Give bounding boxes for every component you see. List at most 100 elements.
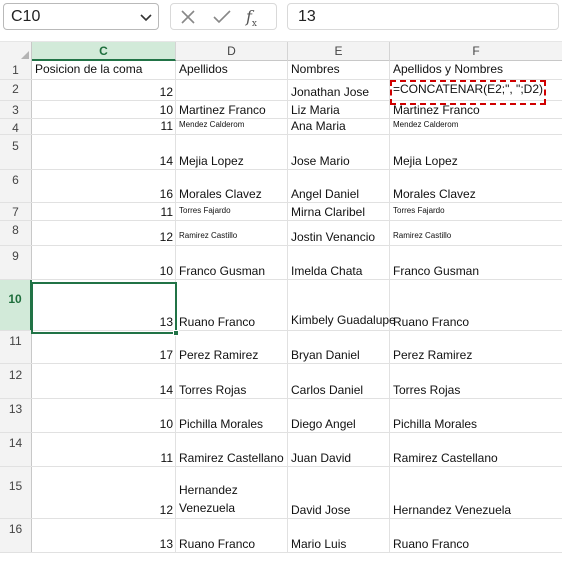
cell-e12[interactable]: Carlos Daniel [288, 364, 390, 398]
cell-f1[interactable]: Apellidos y Nombres [390, 61, 562, 79]
row-header-11[interactable]: 11 [0, 331, 32, 363]
cell-e9[interactable]: Imelda Chata [288, 246, 390, 279]
column-header-d[interactable]: D [176, 42, 288, 61]
cell-d16[interactable]: Ruano Franco [176, 519, 288, 552]
cell-e15[interactable]: David Jose [288, 467, 390, 518]
cell-value: Torres Fajardo [393, 206, 445, 215]
row-header-2[interactable]: 2 [0, 80, 32, 100]
row-header-10[interactable]: 10 [0, 280, 32, 330]
cell-c6[interactable]: 16 [32, 170, 176, 202]
cell-e4[interactable]: Ana Maria [288, 119, 390, 134]
chevron-down-icon[interactable] [140, 11, 152, 23]
row-header-9[interactable]: 9 [0, 246, 32, 279]
cell-f11[interactable]: Perez Ramirez [390, 331, 562, 363]
cell-d15[interactable]: Hernandez Venezuela [176, 467, 288, 518]
cell-e8[interactable]: Jostin Venancio [288, 221, 390, 245]
cell-e3[interactable]: Liz Maria [288, 101, 390, 118]
cell-e16[interactable]: Mario Luis [288, 519, 390, 552]
cell-c7[interactable]: 11 [32, 203, 176, 220]
cell-f10[interactable]: Ruano Franco [390, 280, 562, 330]
cell-f4[interactable]: Mendez Calderom [390, 119, 562, 134]
row-header-8[interactable]: 8 [0, 221, 32, 245]
row-header-5[interactable]: 5 [0, 135, 32, 169]
cell-f6[interactable]: Morales Clavez [390, 170, 562, 202]
cell-c15[interactable]: 12 [32, 467, 176, 518]
cell-c2[interactable]: 12 [32, 80, 176, 100]
cell-f9[interactable]: Franco Gusman [390, 246, 562, 279]
column-header-f[interactable]: F [390, 42, 562, 61]
cell-f7[interactable]: Torres Fajardo [390, 203, 562, 220]
row-header-13[interactable]: 13 [0, 399, 32, 432]
cell-c4[interactable]: 11 [32, 119, 176, 134]
cell-d2[interactable] [176, 80, 288, 100]
cell-value: 10 [159, 417, 173, 431]
cell-f5[interactable]: Mejia Lopez [390, 135, 562, 169]
cancel-icon[interactable] [180, 9, 196, 25]
cell-e5[interactable]: Jose Mario [288, 135, 390, 169]
row-header-4[interactable]: 4 [0, 119, 32, 135]
row-header-7[interactable]: 7 [0, 203, 32, 220]
cell-f8[interactable]: Ramirez Castillo [390, 221, 562, 245]
name-box[interactable]: C10 [3, 3, 159, 30]
cell-value: Pichilla Morales [179, 417, 264, 431]
cell-d10[interactable]: Ruano Franco [176, 280, 288, 330]
cell-value: Mejia Lopez [179, 154, 244, 168]
cell-c12[interactable]: 14 [32, 364, 176, 398]
cell-d11[interactable]: Perez Ramirez [176, 331, 288, 363]
cell-f12[interactable]: Torres Rojas [390, 364, 562, 398]
cell-value: Posicion de la coma [35, 62, 143, 76]
cell-d8[interactable]: Ramirez Castillo [176, 221, 288, 245]
cell-value: 14 [159, 383, 173, 397]
row-header-1[interactable]: 1 [0, 61, 32, 79]
cell-c13[interactable]: 10 [32, 399, 176, 432]
cell-d13[interactable]: Pichilla Morales [176, 399, 288, 432]
cell-c1[interactable]: Posicion de la coma [32, 61, 176, 79]
cell-f15[interactable]: Hernandez Venezuela [390, 467, 562, 518]
cell-f3[interactable]: Martinez Franco [390, 101, 562, 118]
cell-e2[interactable]: Jonathan Jose [288, 80, 390, 100]
cell-c10[interactable]: 13 [32, 280, 176, 330]
row-header-12[interactable]: 12 [0, 364, 32, 398]
cell-c8[interactable]: 12 [32, 221, 176, 245]
cell-d12[interactable]: Torres Rojas [176, 364, 288, 398]
cell-f14[interactable]: Ramirez Castellano [390, 433, 562, 466]
cell-e11[interactable]: Bryan Daniel [288, 331, 390, 363]
cell-value: Hernandez Venezuela [393, 503, 512, 517]
cell-e13[interactable]: Diego Angel [288, 399, 390, 432]
cell-value: Pichilla Morales [393, 417, 478, 431]
cell-f2[interactable]: =CONCATENAR(E2;", ";D2) [390, 80, 562, 100]
cell-f13[interactable]: Pichilla Morales [390, 399, 562, 432]
confirm-icon[interactable] [213, 9, 231, 25]
cell-d6[interactable]: Morales Clavez [176, 170, 288, 202]
cell-e14[interactable]: Juan David [288, 433, 390, 466]
cell-d14[interactable]: Ramirez Castellano [176, 433, 288, 466]
cell-d3[interactable]: Martinez Franco [176, 101, 288, 118]
cell-c5[interactable]: 14 [32, 135, 176, 169]
cell-e7[interactable]: Mirna Claribel [288, 203, 390, 220]
insert-function-icon[interactable]: fx [246, 7, 257, 29]
select-all-corner[interactable] [0, 42, 32, 61]
cell-c16[interactable]: 13 [32, 519, 176, 552]
cell-e10[interactable]: Kimbely Guadalupe [288, 280, 396, 330]
cell-d9[interactable]: Franco Gusman [176, 246, 288, 279]
cell-value: Carlos Daniel [291, 383, 364, 397]
cell-c14[interactable]: 11 [32, 433, 176, 466]
cell-e6[interactable]: Angel Daniel [288, 170, 390, 202]
cell-d1[interactable]: Apellidos [176, 61, 288, 79]
row-header-6[interactable]: 6 [0, 170, 32, 202]
cell-e1[interactable]: Nombres [288, 61, 390, 79]
cell-d7[interactable]: Torres Fajardo [176, 203, 288, 220]
cell-d5[interactable]: Mejia Lopez [176, 135, 288, 169]
row-header-15[interactable]: 15 [0, 467, 32, 518]
row-header-16[interactable]: 16 [0, 519, 32, 552]
row-header-3[interactable]: 3 [0, 101, 32, 118]
cell-c3[interactable]: 10 [32, 101, 176, 118]
cell-c11[interactable]: 17 [32, 331, 176, 363]
column-header-c[interactable]: C [32, 42, 176, 61]
row-header-14[interactable]: 14 [0, 433, 32, 466]
formula-input[interactable]: 13 [287, 3, 559, 30]
cell-f16[interactable]: Ruano Franco [390, 519, 562, 552]
column-header-e[interactable]: E [288, 42, 390, 61]
cell-c9[interactable]: 10 [32, 246, 176, 279]
cell-d4[interactable]: Mendez Calderom [176, 119, 288, 134]
